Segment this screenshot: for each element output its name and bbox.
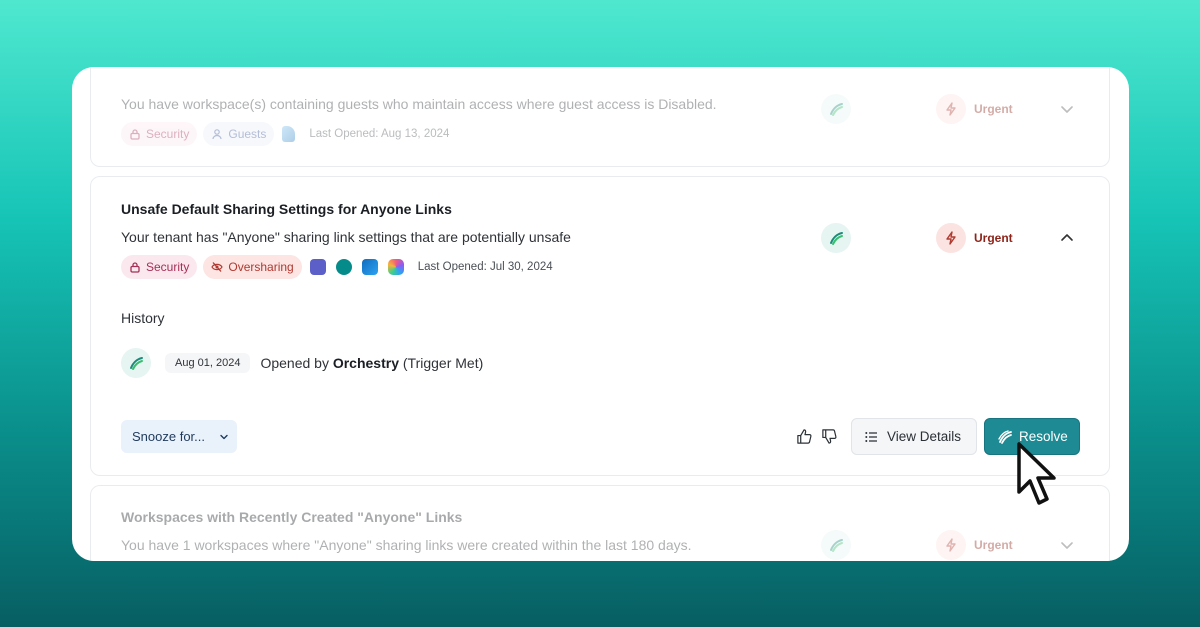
urgent-badge: Urgent — [936, 94, 1013, 124]
person-icon — [212, 129, 222, 140]
snooze-dropdown[interactable]: Snooze for... — [121, 420, 237, 453]
thumbs-down-icon[interactable] — [821, 428, 838, 445]
recommendations-panel: You have workspace(s) containing guests … — [72, 67, 1129, 561]
orchestry-logo-icon — [121, 348, 151, 378]
list-icon — [865, 431, 877, 442]
card-tags: Security Guests Last Opened: Aug 13, 202… — [121, 122, 449, 146]
chevron-down-icon — [220, 434, 228, 439]
thumbs-up-icon[interactable] — [796, 428, 813, 445]
oversharing-tag: Oversharing — [203, 255, 302, 279]
sharepoint-icon — [335, 259, 352, 275]
eye-slash-icon — [211, 262, 224, 272]
lightning-icon — [946, 102, 956, 116]
lightning-icon — [946, 231, 956, 245]
chevron-down-icon[interactable] — [1059, 537, 1075, 553]
card-description: You have 1 workspaces where "Anyone" sha… — [121, 537, 692, 553]
card-title: Unsafe Default Sharing Settings for Anyo… — [121, 201, 452, 217]
history-entry: Aug 01, 2024 Opened by Orchestry (Trigge… — [121, 348, 483, 378]
onedrive-icon — [361, 259, 378, 275]
chevron-down-icon[interactable] — [1059, 101, 1075, 117]
recommendation-card-guests[interactable]: You have workspace(s) containing guests … — [90, 67, 1110, 167]
chevron-up-icon[interactable] — [1059, 230, 1075, 246]
card-title: Workspaces with Recently Created "Anyone… — [121, 509, 463, 525]
history-text: Opened by Orchestry (Trigger Met) — [260, 355, 484, 371]
feedback-buttons — [796, 428, 838, 445]
security-tag: Security — [121, 122, 198, 146]
view-details-button[interactable]: View Details — [851, 418, 977, 455]
guests-tag: Guests — [203, 122, 275, 146]
history-label: History — [121, 310, 165, 326]
teams-icon — [309, 259, 326, 275]
last-opened: Last Opened: Jul 30, 2024 — [417, 261, 553, 273]
lock-icon — [130, 262, 140, 273]
lightning-icon — [946, 538, 956, 552]
card-tags: Security Oversharing Last Opened: Jul 30… — [121, 255, 553, 279]
history-date: Aug 01, 2024 — [165, 353, 251, 373]
urgent-badge: Urgent — [936, 223, 1013, 253]
copilot-icon — [387, 259, 404, 275]
orchestry-logo-icon — [821, 94, 851, 124]
card-description: You have workspace(s) containing guests … — [121, 96, 717, 112]
lock-icon — [130, 129, 140, 140]
urgent-badge: Urgent — [936, 530, 1013, 560]
orchestry-logo-icon — [821, 530, 851, 560]
card-description: Your tenant has "Anyone" sharing link se… — [121, 229, 571, 245]
last-opened: Last Opened: Aug 13, 2024 — [309, 128, 450, 140]
orchestry-logo-icon — [821, 223, 851, 253]
recommendation-card-anyone-links[interactable]: Unsafe Default Sharing Settings for Anyo… — [90, 176, 1110, 476]
file-icon — [282, 126, 296, 142]
mouse-pointer-icon — [1017, 442, 1056, 505]
recommendation-card-recent-anyone-links[interactable]: Workspaces with Recently Created "Anyone… — [90, 485, 1110, 561]
orchestry-logo-icon — [998, 429, 1012, 444]
security-tag: Security — [121, 255, 198, 279]
